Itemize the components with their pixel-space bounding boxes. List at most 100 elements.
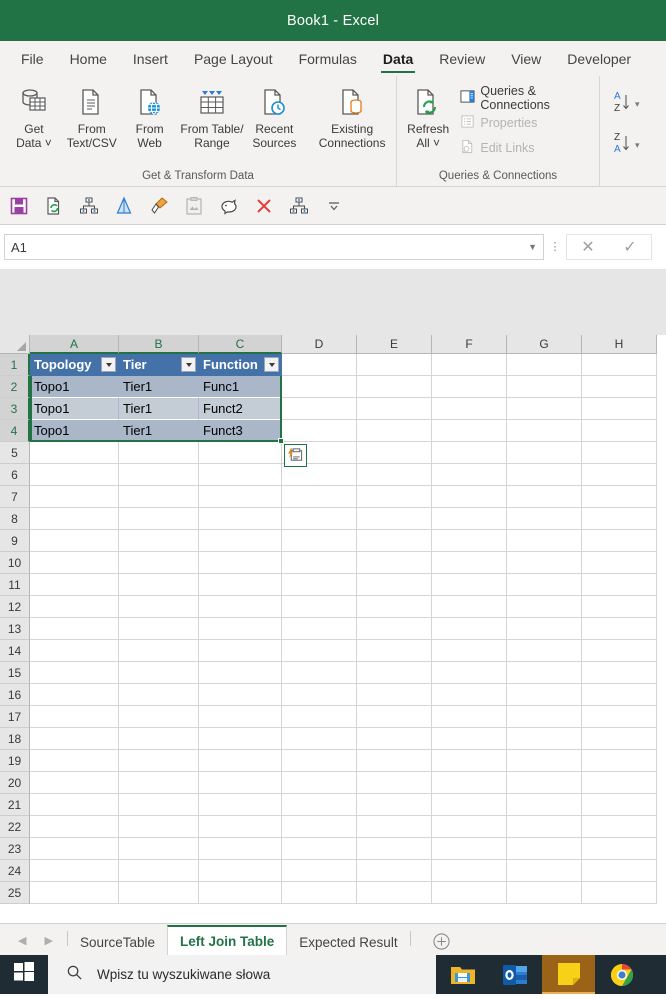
cell-A24[interactable] (30, 860, 119, 882)
cell-A22[interactable] (30, 816, 119, 838)
cell-E7[interactable] (357, 486, 432, 508)
row-header-3[interactable]: 3 (0, 398, 30, 420)
ribbon-tab-insert[interactable]: Insert (120, 41, 181, 76)
row-header-19[interactable]: 19 (0, 750, 30, 772)
from-text-csv-button[interactable]: From Text/CSV (63, 79, 121, 150)
chrome-icon[interactable] (595, 955, 648, 994)
row-header-21[interactable]: 21 (0, 794, 30, 816)
cell-E8[interactable] (357, 508, 432, 530)
cell-B3[interactable]: Tier1 (119, 398, 199, 420)
cell-F5[interactable] (432, 442, 507, 464)
ribbon-tab-review[interactable]: Review (426, 41, 498, 76)
cell-B8[interactable] (119, 508, 199, 530)
cell-E12[interactable] (357, 596, 432, 618)
prev-sheet-button[interactable]: ◀ (18, 934, 26, 947)
cell-C3[interactable]: Funct2 (199, 398, 282, 420)
cell-F7[interactable] (432, 486, 507, 508)
name-box-chevron-icon[interactable]: ▼ (528, 242, 537, 252)
cell-C6[interactable] (199, 464, 282, 486)
cell-H4[interactable] (582, 420, 657, 442)
cell-H11[interactable] (582, 574, 657, 596)
cell-A7[interactable] (30, 486, 119, 508)
get-data-button[interactable]: Get Data ˅ (5, 79, 63, 150)
cell-D10[interactable] (282, 552, 357, 574)
cell-F2[interactable] (432, 376, 507, 398)
cell-B12[interactable] (119, 596, 199, 618)
cell-B23[interactable] (119, 838, 199, 860)
formula-bar-grip[interactable]: ⋮ (544, 242, 566, 253)
sheet-tab-sourcetable[interactable]: SourceTable (68, 929, 167, 955)
cell-F11[interactable] (432, 574, 507, 596)
cell-D11[interactable] (282, 574, 357, 596)
cell-H6[interactable] (582, 464, 657, 486)
row-header-14[interactable]: 14 (0, 640, 30, 662)
row-header-22[interactable]: 22 (0, 816, 30, 838)
column-header-d[interactable]: D (282, 335, 357, 354)
cell-G24[interactable] (507, 860, 582, 882)
cell-B7[interactable] (119, 486, 199, 508)
ribbon-tab-page-layout[interactable]: Page Layout (181, 41, 286, 76)
next-sheet-button[interactable]: ▶ (44, 934, 52, 947)
cell-H10[interactable] (582, 552, 657, 574)
row-header-13[interactable]: 13 (0, 618, 30, 640)
cell-H3[interactable] (582, 398, 657, 420)
cell-D17[interactable] (282, 706, 357, 728)
row-header-4[interactable]: 4 (0, 420, 30, 442)
cell-A2[interactable]: Topo1 (30, 376, 119, 398)
cell-D7[interactable] (282, 486, 357, 508)
cell-E19[interactable] (357, 750, 432, 772)
cell-B20[interactable] (119, 772, 199, 794)
ribbon-tab-file[interactable]: File (8, 41, 57, 76)
cell-C8[interactable] (199, 508, 282, 530)
start-button[interactable] (0, 955, 48, 994)
cell-C20[interactable] (199, 772, 282, 794)
row-header-8[interactable]: 8 (0, 508, 30, 530)
cell-H12[interactable] (582, 596, 657, 618)
cell-E17[interactable] (357, 706, 432, 728)
row-header-23[interactable]: 23 (0, 838, 30, 860)
cell-A17[interactable] (30, 706, 119, 728)
cell-H17[interactable] (582, 706, 657, 728)
cell-E11[interactable] (357, 574, 432, 596)
ribbon-tab-home[interactable]: Home (57, 41, 120, 76)
cell-B21[interactable] (119, 794, 199, 816)
cell-E20[interactable] (357, 772, 432, 794)
column-header-b[interactable]: B (119, 335, 199, 354)
cell-G25[interactable] (507, 882, 582, 904)
cell-E23[interactable] (357, 838, 432, 860)
cell-F4[interactable] (432, 420, 507, 442)
cell-C18[interactable] (199, 728, 282, 750)
ribbon-tab-data[interactable]: Data (370, 41, 426, 76)
piggy-bank-icon[interactable] (218, 195, 240, 217)
filter-dropdown-C[interactable] (264, 357, 279, 372)
cell-F12[interactable] (432, 596, 507, 618)
outlook-icon[interactable] (489, 955, 542, 994)
cell-D16[interactable] (282, 684, 357, 706)
cell-C25[interactable] (199, 882, 282, 904)
cell-C5[interactable] (199, 442, 282, 464)
cell-C16[interactable] (199, 684, 282, 706)
cell-D13[interactable] (282, 618, 357, 640)
row-header-7[interactable]: 7 (0, 486, 30, 508)
cell-D8[interactable] (282, 508, 357, 530)
cell-E2[interactable] (357, 376, 432, 398)
cell-B19[interactable] (119, 750, 199, 772)
row-header-16[interactable]: 16 (0, 684, 30, 706)
cell-D12[interactable] (282, 596, 357, 618)
cell-A15[interactable] (30, 662, 119, 684)
cell-D3[interactable] (282, 398, 357, 420)
cell-H7[interactable] (582, 486, 657, 508)
cell-A13[interactable] (30, 618, 119, 640)
cell-H24[interactable] (582, 860, 657, 882)
row-header-17[interactable]: 17 (0, 706, 30, 728)
cell-G19[interactable] (507, 750, 582, 772)
cell-G2[interactable] (507, 376, 582, 398)
cell-C17[interactable] (199, 706, 282, 728)
cell-A8[interactable] (30, 508, 119, 530)
cell-C21[interactable] (199, 794, 282, 816)
cell-B18[interactable] (119, 728, 199, 750)
refresh-document-icon[interactable] (43, 195, 65, 217)
cell-F21[interactable] (432, 794, 507, 816)
cell-C23[interactable] (199, 838, 282, 860)
cell-F8[interactable] (432, 508, 507, 530)
